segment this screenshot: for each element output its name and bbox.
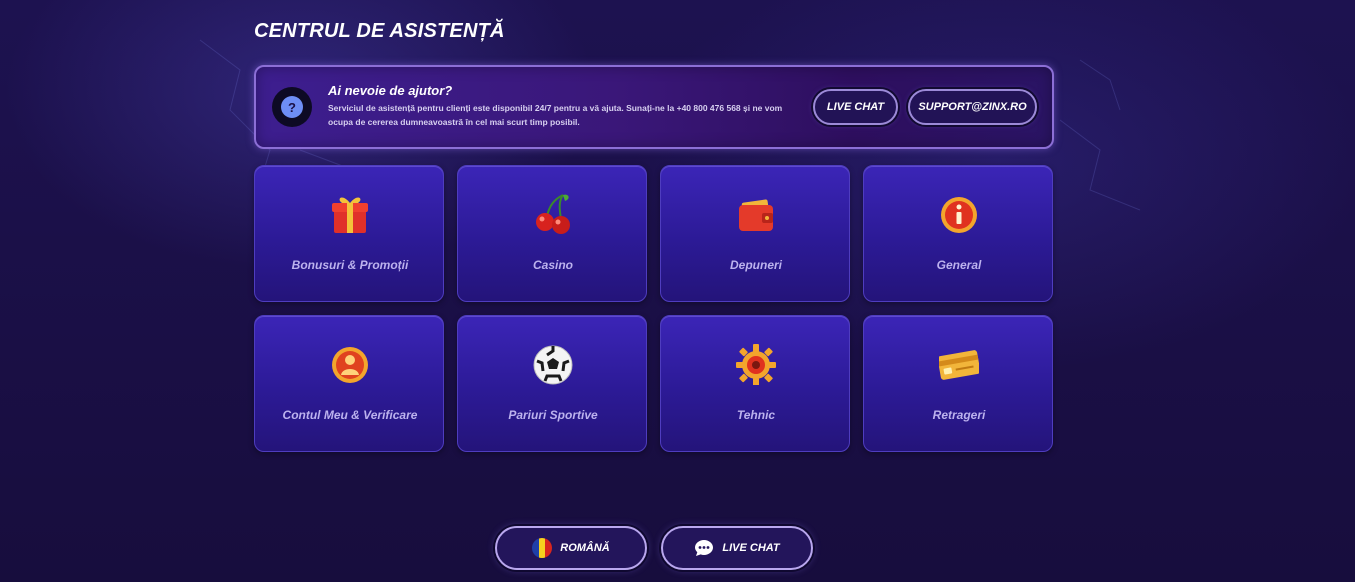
romania-flag-icon xyxy=(532,538,553,558)
category-label: General xyxy=(936,258,982,272)
live-chat-button[interactable]: LIVE CHAT xyxy=(813,89,898,125)
category-card-withdrawals[interactable]: Retrageri xyxy=(863,315,1053,452)
support-email-button[interactable]: SUPPORT@ZINX.RO xyxy=(908,89,1037,125)
category-label: Depuneri xyxy=(729,258,782,272)
category-card-technical[interactable]: Tehnic xyxy=(660,315,850,452)
gift-icon xyxy=(332,197,368,233)
help-description: Serviciul de asistență pentru clienți es… xyxy=(328,103,783,127)
category-label: Tehnic xyxy=(736,408,776,422)
cherries-icon xyxy=(536,194,570,234)
wallet-icon xyxy=(739,199,773,231)
page-title: CENTRUL DE ASISTENȚĂ xyxy=(254,20,505,42)
category-label: Casino xyxy=(532,258,573,272)
help-heading: Ai nevoie de ajutor? xyxy=(328,83,453,98)
category-card-account[interactable]: Contul Meu & Verificare xyxy=(254,315,444,452)
info-icon xyxy=(941,197,977,233)
language-label: ROMÂNĂ xyxy=(560,542,610,554)
footer-live-chat-label: LIVE CHAT xyxy=(722,542,780,554)
live-chat-button-label: LIVE CHAT xyxy=(826,101,885,113)
footer-live-chat-button[interactable]: LIVE CHAT xyxy=(661,526,813,570)
category-card-casino[interactable]: Casino xyxy=(457,165,647,302)
category-label: Retrageri xyxy=(932,408,986,422)
category-card-deposits[interactable]: Depuneri xyxy=(660,165,850,302)
category-label: Pariuri Sportive xyxy=(508,408,598,422)
category-card-bonuses[interactable]: Bonusuri & Promoții xyxy=(254,165,444,302)
category-card-sports-betting[interactable]: Pariuri Sportive xyxy=(457,315,647,452)
support-email-label: SUPPORT@ZINX.RO xyxy=(918,101,1027,113)
category-label: Contul Meu & Verificare xyxy=(282,408,418,422)
category-card-general[interactable]: General xyxy=(863,165,1053,302)
user-icon xyxy=(332,347,368,383)
help-icon-container: ? xyxy=(272,87,312,127)
question-icon: ? xyxy=(281,96,303,118)
category-label: Bonusuri & Promoții xyxy=(291,258,409,272)
language-selector-button[interactable]: ROMÂNĂ xyxy=(495,526,647,570)
help-banner: ? Ai nevoie de ajutor? Serviciul de asis… xyxy=(254,65,1054,149)
gear-icon xyxy=(736,344,776,385)
chat-bubble-icon xyxy=(695,540,714,556)
soccer-ball-icon xyxy=(533,345,573,385)
card-icon xyxy=(939,350,979,380)
